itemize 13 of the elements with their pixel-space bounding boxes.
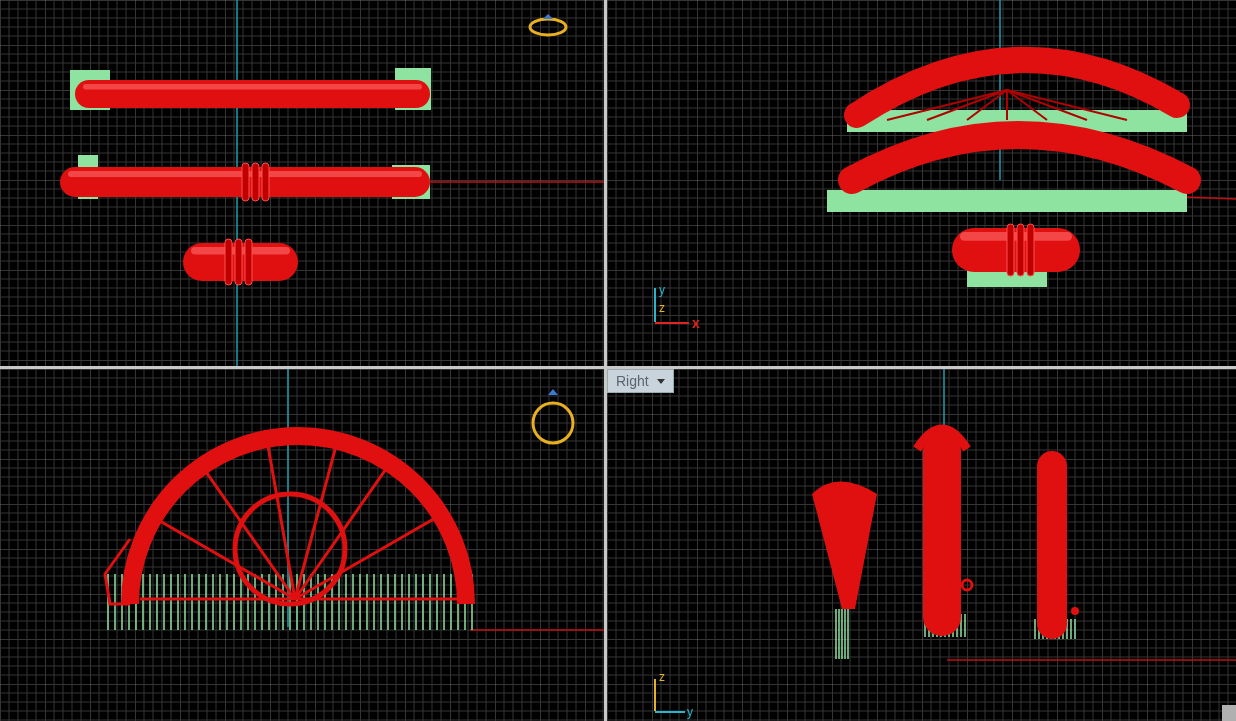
ring-icon <box>531 389 575 445</box>
view-dropdown[interactable]: Right <box>607 369 674 393</box>
axis-label: z <box>659 301 665 315</box>
viewport[interactable]: y z x <box>607 0 1236 366</box>
axis-label: x <box>692 315 700 330</box>
axis-line <box>1186 196 1236 200</box>
axis-label: z <box>659 670 665 684</box>
axis-label: y <box>687 705 693 719</box>
caret-icon <box>656 378 665 384</box>
corner-handle[interactable] <box>1222 705 1236 721</box>
axis-label: y <box>659 283 665 297</box>
ring-icon <box>528 14 568 37</box>
viewport[interactable]: Right z y <box>607 369 1236 721</box>
